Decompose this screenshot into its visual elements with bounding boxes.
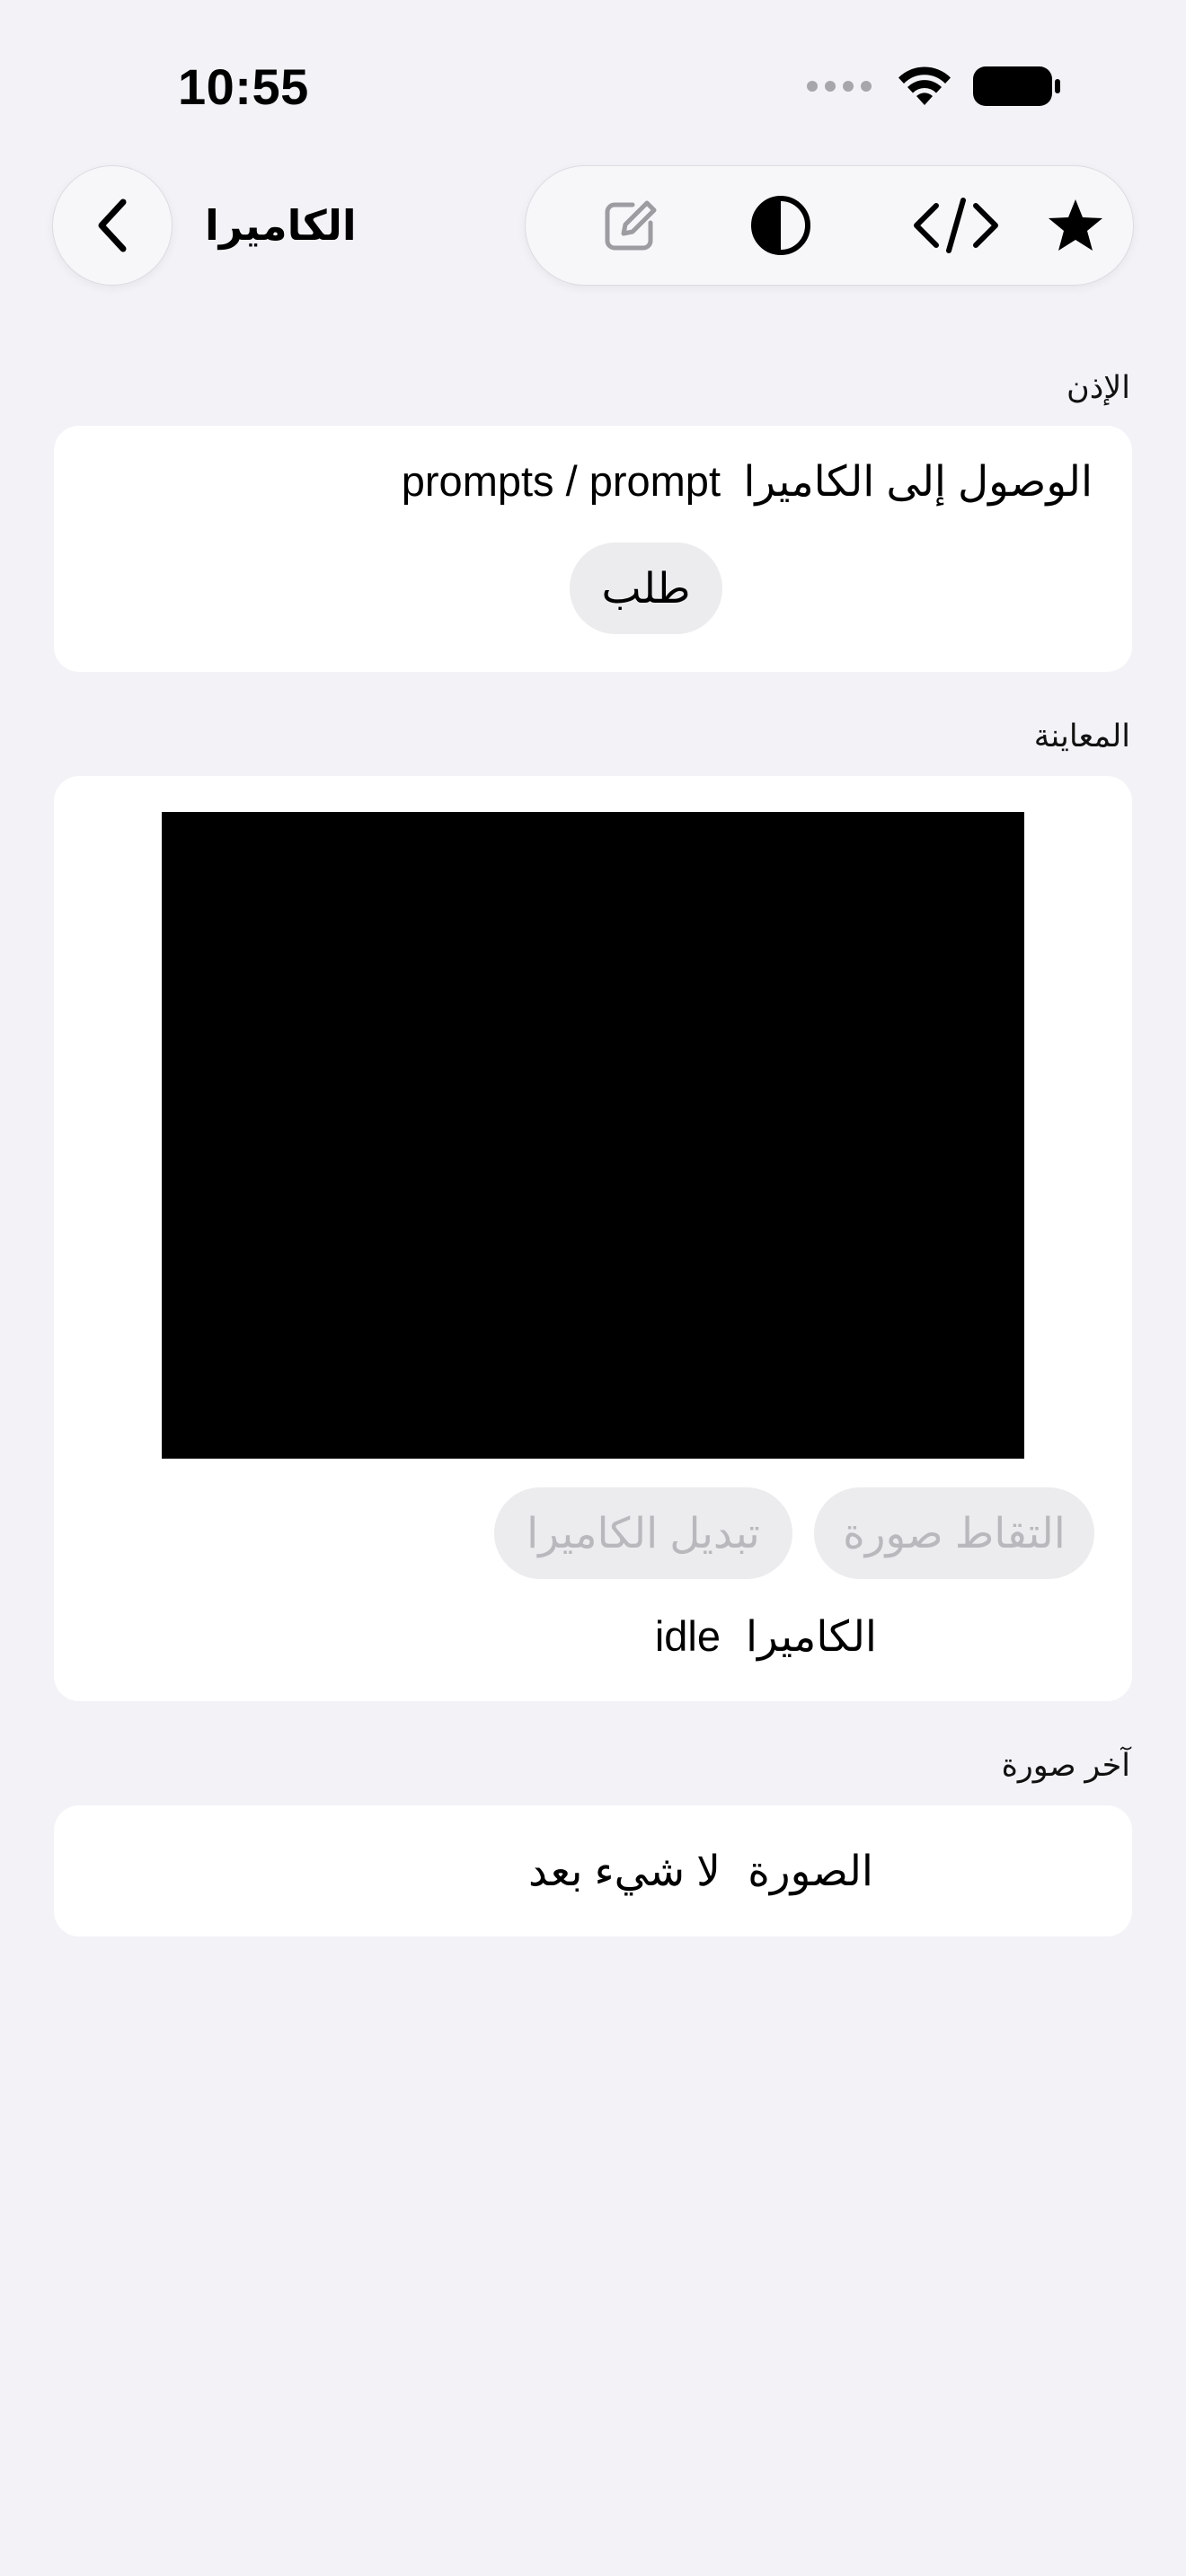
status-time: 10:55 bbox=[178, 58, 309, 115]
permission-section-header: الإذن bbox=[1067, 370, 1130, 405]
camera-access-label: الوصول إلى الكاميرا bbox=[743, 457, 1093, 505]
contrast-icon bbox=[751, 196, 810, 255]
appearance-button[interactable] bbox=[743, 188, 819, 263]
camera-status-value: idle bbox=[654, 1612, 721, 1660]
request-permission-button[interactable]: طلب bbox=[570, 543, 722, 634]
last-photo-section-header: آخر صورة bbox=[1001, 1748, 1130, 1783]
star-icon bbox=[1049, 199, 1102, 251]
chevron-left-icon bbox=[98, 198, 127, 252]
edit-icon bbox=[605, 200, 657, 251]
last-photo-card: الصورة لا شيء بعد bbox=[54, 1805, 1132, 1936]
camera-status-label: الكاميرا bbox=[745, 1612, 877, 1660]
favorite-button[interactable] bbox=[1038, 188, 1113, 263]
switch-camera-button[interactable]: تبديل الكاميرا bbox=[494, 1487, 792, 1579]
photo-label: الصورة bbox=[748, 1847, 873, 1894]
code-button[interactable] bbox=[907, 188, 1005, 263]
preview-card: التقاط صورة تبديل الكاميرا الكاميرا idle bbox=[54, 776, 1132, 1701]
cellular-signal-icon bbox=[807, 81, 872, 92]
camera-preview[interactable] bbox=[162, 812, 1024, 1459]
preview-section-header: المعاينة bbox=[1033, 719, 1130, 754]
wifi-icon bbox=[898, 66, 951, 105]
battery-icon bbox=[973, 66, 1060, 106]
permission-card: الوصول إلى الكاميرا prompts / prompt طلب bbox=[54, 426, 1132, 672]
photo-value: لا شيء بعد bbox=[527, 1847, 721, 1894]
edit-button[interactable] bbox=[592, 188, 668, 263]
capture-photo-button[interactable]: التقاط صورة bbox=[814, 1487, 1094, 1579]
page-title: الكاميرا bbox=[205, 202, 357, 249]
toolbar bbox=[525, 165, 1134, 286]
code-icon bbox=[914, 198, 998, 253]
permission-status-value: prompts / prompt bbox=[401, 457, 721, 505]
status-icons bbox=[807, 63, 1062, 110]
back-button[interactable] bbox=[52, 165, 173, 286]
